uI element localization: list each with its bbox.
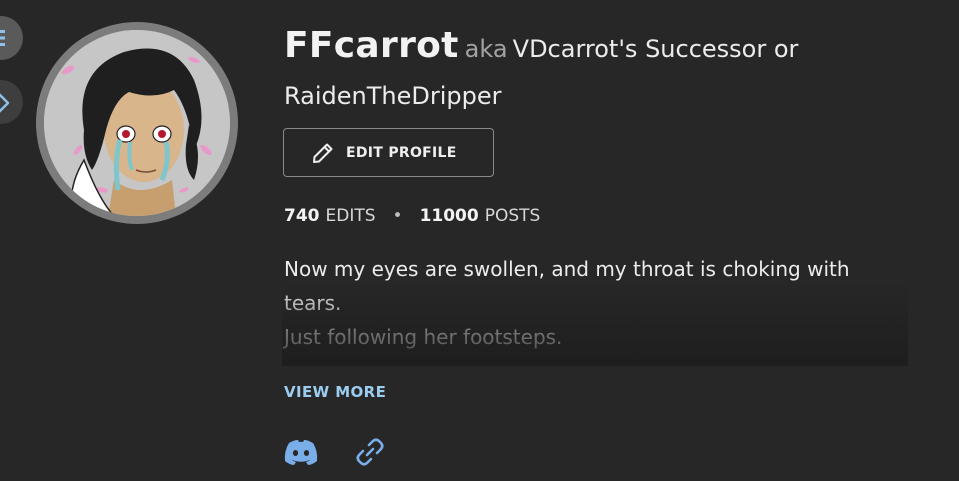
website-link[interactable]	[352, 434, 388, 470]
edits-label: EDITS	[325, 206, 376, 226]
tag-button[interactable]	[0, 80, 23, 124]
view-more-link[interactable]: VIEW MORE	[284, 383, 386, 401]
discord-link[interactable]	[283, 434, 319, 470]
bio-line: Just following her footsteps.	[284, 325, 563, 349]
aka-label: aka	[464, 35, 508, 63]
stats-separator: •	[392, 206, 403, 226]
menu-button[interactable]	[0, 16, 23, 60]
discord-icon	[284, 439, 318, 465]
posts-count: 11000	[419, 206, 479, 226]
link-icon	[356, 438, 384, 466]
edit-profile-label: EDIT PROFILE	[346, 144, 457, 161]
bio-line: Now my eyes are swollen, and my throat i…	[284, 257, 850, 315]
tag-icon	[0, 93, 10, 113]
username: FFcarrot	[284, 25, 459, 66]
profile-page: FFcarrot aka VDcarrot's Successor or Raid…	[0, 0, 959, 481]
profile-bio: Now my eyes are swollen, and my throat i…	[284, 252, 908, 354]
profile-header: FFcarrot aka VDcarrot's Successor or Raid…	[284, 24, 924, 121]
edits-count: 740	[284, 206, 320, 226]
edit-profile-button[interactable]: EDIT PROFILE	[283, 128, 494, 177]
pencil-icon	[313, 143, 333, 163]
menu-icon	[0, 30, 5, 46]
posts-label: POSTS	[484, 206, 541, 226]
profile-stats: 740 EDITS • 11000 POSTS	[284, 206, 540, 226]
avatar	[36, 22, 238, 224]
avatar-image	[44, 30, 230, 216]
